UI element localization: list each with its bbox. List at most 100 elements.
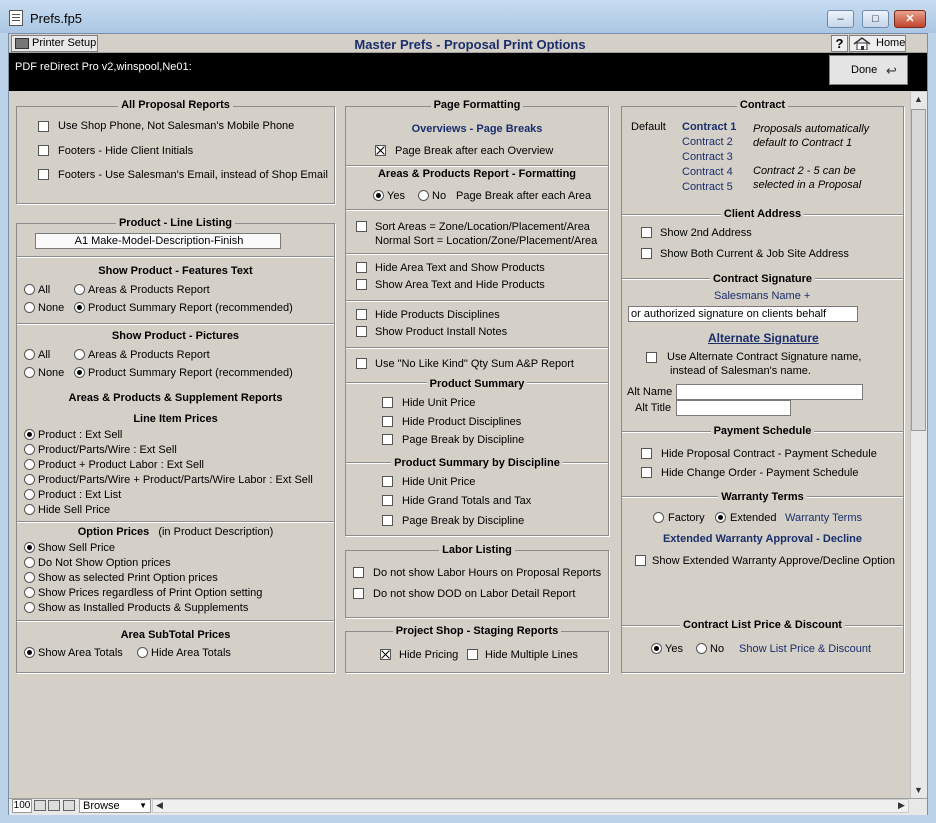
pictures-summary-label: Product Summary Report (recommended)	[88, 367, 293, 379]
hide-area-text-label: Hide Area Text and Show Products	[375, 262, 545, 274]
disc-hide-totals-checkbox[interactable]	[382, 495, 393, 506]
pictures-summary-radio[interactable]	[74, 367, 85, 378]
summary-page-break-checkbox[interactable]	[382, 434, 393, 445]
alt-signature-checkbox[interactable]	[646, 352, 657, 363]
ap-no-radio[interactable]	[418, 190, 429, 201]
contract-1-link[interactable]: Contract 1	[682, 121, 736, 133]
line-price-radio-3[interactable]	[24, 474, 35, 485]
features-all-radio[interactable]	[24, 284, 35, 295]
contract-5-link[interactable]: Contract 5	[682, 181, 733, 193]
pictures-none-radio[interactable]	[24, 367, 35, 378]
scroll-down-icon[interactable]: ▼	[911, 785, 926, 795]
zoom-in-icon[interactable]	[48, 800, 60, 811]
ap-yes-radio[interactable]	[373, 190, 384, 201]
page-title: Master Prefs - Proposal Print Options	[354, 37, 586, 52]
labor-dod-label: Do not show DOD on Labor Detail Report	[373, 588, 576, 600]
warranty-approval-label: Show Extended Warranty Approve/Decline O…	[652, 555, 895, 567]
option-price-radio-0[interactable]	[24, 542, 35, 553]
scroll-left-icon[interactable]: ◀	[152, 800, 167, 811]
no-like-kind-label: Use "No Like Kind" Qty Sum A&P Report	[375, 358, 574, 370]
pictures-all-radio[interactable]	[24, 349, 35, 360]
signature-field[interactable]: or authorized signature on clients behal…	[628, 306, 858, 322]
contract-4-link[interactable]: Contract 4	[682, 166, 733, 178]
pictures-title: Show Product - Pictures	[108, 330, 243, 342]
document-icon	[9, 10, 23, 26]
maximize-button[interactable]: □	[862, 10, 889, 28]
ap-format-title: Areas & Products Report - Formatting	[374, 168, 580, 180]
option-prices-title: Option Prices	[74, 526, 153, 538]
labor-hours-checkbox[interactable]	[353, 567, 364, 578]
list-price-yes-radio[interactable]	[651, 643, 662, 654]
both-address-checkbox[interactable]	[641, 248, 652, 259]
list-price-title: Contract List Price & Discount	[680, 619, 845, 631]
status-area-icon[interactable]	[63, 800, 75, 811]
hide-pricing-label: Hide Pricing	[399, 649, 459, 661]
option-price-radio-4[interactable]	[24, 602, 35, 613]
zoom-level[interactable]: 100	[12, 799, 32, 813]
hide-area-text-checkbox[interactable]	[356, 262, 367, 273]
labor-title: Labor Listing	[439, 544, 515, 556]
list-price-no-radio[interactable]	[696, 643, 707, 654]
warranty-factory-radio[interactable]	[653, 512, 664, 523]
show-area-text-checkbox[interactable]	[356, 279, 367, 290]
install-notes-checkbox[interactable]	[356, 326, 367, 337]
summary-hide-unit-checkbox[interactable]	[382, 397, 393, 408]
shop-phone-checkbox[interactable]	[38, 121, 49, 132]
mode-select[interactable]: Browse ▼	[79, 799, 151, 813]
scroll-up-icon[interactable]: ▲	[911, 94, 926, 104]
second-address-checkbox[interactable]	[641, 227, 652, 238]
vertical-scroll-thumb[interactable]	[911, 109, 926, 431]
divider	[346, 253, 608, 254]
hide-change-order-checkbox[interactable]	[641, 467, 652, 478]
hide-pricing-checkbox[interactable]	[380, 649, 391, 660]
close-button[interactable]: ✕	[894, 10, 926, 28]
help-button[interactable]: ?	[831, 35, 848, 52]
return-icon: ↩	[886, 63, 897, 78]
labor-dod-checkbox[interactable]	[353, 588, 364, 599]
option-price-radio-3[interactable]	[24, 587, 35, 598]
line-listing-field[interactable]: A1 Make-Model-Description-Finish	[35, 233, 281, 249]
features-all-label: All	[38, 284, 51, 296]
warranty-approval-title: Extended Warranty Approval - Decline	[659, 533, 866, 545]
disc-page-break-label: Page Break by Discipline	[402, 515, 525, 527]
disc-hide-unit-checkbox[interactable]	[382, 476, 393, 487]
line-price-radio-2[interactable]	[24, 459, 35, 470]
features-summary-radio[interactable]	[74, 302, 85, 313]
option-price-radio-2[interactable]	[24, 572, 35, 583]
title-bar	[0, 0, 936, 33]
line-price-radio-5[interactable]	[24, 504, 35, 515]
subtotal-show-radio[interactable]	[24, 647, 35, 658]
no-like-kind-checkbox[interactable]	[356, 358, 367, 369]
warranty-terms-link[interactable]: Warranty Terms	[785, 512, 862, 524]
sort-areas-checkbox[interactable]	[356, 221, 367, 232]
warranty-extended-radio[interactable]	[715, 512, 726, 523]
hide-multiple-checkbox[interactable]	[467, 649, 478, 660]
minimize-button[interactable]: –	[827, 10, 854, 28]
disc-page-break-checkbox[interactable]	[382, 515, 393, 526]
hide-disciplines-checkbox[interactable]	[356, 309, 367, 320]
contract-2-link[interactable]: Contract 2	[682, 136, 733, 148]
warranty-extended-label: Extended	[730, 512, 777, 524]
warranty-approval-checkbox[interactable]	[635, 555, 646, 566]
hide-initials-checkbox[interactable]	[38, 145, 49, 156]
salesman-email-checkbox[interactable]	[38, 169, 49, 180]
option-price-radio-1[interactable]	[24, 557, 35, 568]
show-list-price-link[interactable]: Show List Price & Discount	[739, 643, 871, 655]
zoom-out-icon[interactable]	[34, 800, 46, 811]
features-title: Show Product - Features Text	[95, 265, 256, 277]
page-break-overview-checkbox[interactable]	[375, 145, 386, 156]
summary-hide-disc-checkbox[interactable]	[382, 416, 393, 427]
line-price-radio-1[interactable]	[24, 444, 35, 455]
features-none-radio[interactable]	[24, 302, 35, 313]
contract-3-link[interactable]: Contract 3	[682, 151, 733, 163]
line-price-radio-4[interactable]	[24, 489, 35, 500]
line-price-radio-0[interactable]	[24, 429, 35, 440]
pictures-areas-radio[interactable]	[74, 349, 85, 360]
subtotal-hide-radio[interactable]	[137, 647, 148, 658]
scroll-right-icon[interactable]: ▶	[894, 800, 909, 811]
alt-name-field[interactable]	[676, 384, 863, 400]
hide-proposal-payment-checkbox[interactable]	[641, 448, 652, 459]
features-areas-radio[interactable]	[74, 284, 85, 295]
horizontal-scrollbar[interactable]	[152, 799, 909, 813]
alt-title-field[interactable]	[676, 400, 791, 416]
